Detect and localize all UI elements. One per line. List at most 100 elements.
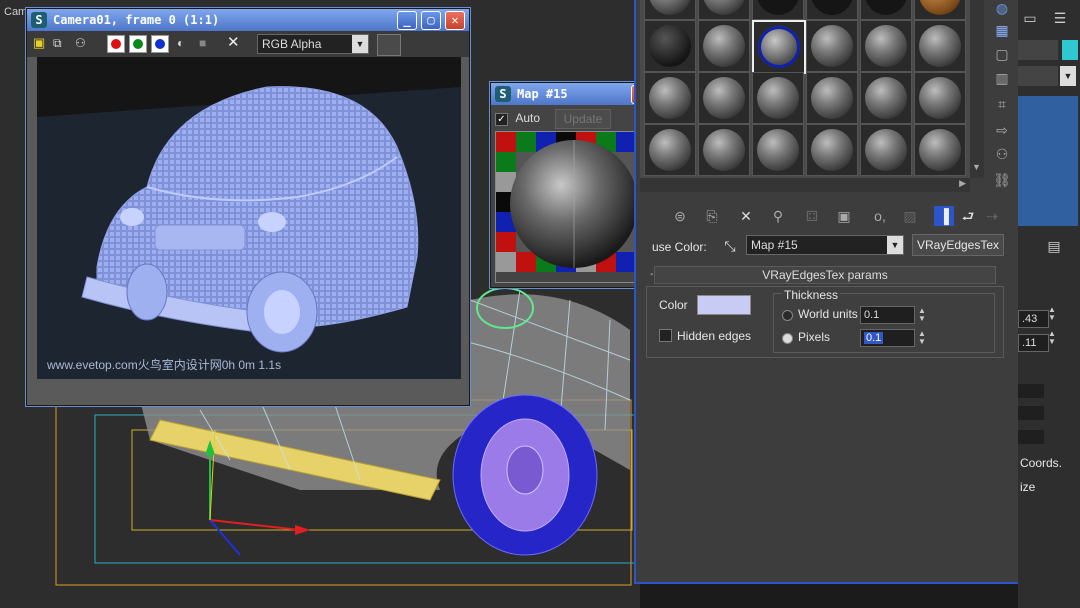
show-end-result-icon[interactable]: ▨ [900,206,920,226]
copy-icon[interactable]: ⧉ [53,36,67,50]
sample-slot[interactable] [806,0,858,20]
put-to-library-icon[interactable]: ⚃ [802,206,822,226]
param-field-4[interactable] [1018,406,1044,420]
hidden-edges-checkbox[interactable] [659,329,672,345]
sample-slot[interactable] [860,20,912,72]
configure-sets-icon[interactable]: ▤ [1044,236,1064,256]
sample-slot-selected[interactable] [752,20,806,74]
pick-material-dropper-icon[interactable]: ⤡ [720,236,740,256]
select-by-material-icon[interactable]: ⚇ [992,144,1012,164]
sample-slot[interactable] [752,72,804,124]
rollout-header[interactable]: VRayEdgesTex params [654,266,996,284]
close-button[interactable]: ✕ [445,11,465,30]
display-icon[interactable]: ▭ [1020,8,1040,28]
sample-slot[interactable] [644,72,696,124]
slots-vertical-scrollbar[interactable]: ▼ [970,0,984,178]
sample-slot[interactable] [914,0,966,20]
spinner-arrows-icon[interactable]: ▲ ▼ [1048,306,1058,322]
update-button[interactable]: Update [555,109,611,129]
sample-slot[interactable] [860,0,912,20]
save-icon[interactable]: ▣ [33,36,47,50]
green-channel-button[interactable] [129,35,147,53]
clear-icon[interactable]: ✕ [227,35,241,50]
edge-color-swatch[interactable] [697,295,751,315]
sample-slot[interactable] [698,20,750,72]
alpha-channel-icon[interactable]: ◐ [177,36,191,50]
param-field-5[interactable] [1018,430,1044,444]
name-field[interactable] [1018,40,1058,60]
camera-window[interactable]: S Camera01, frame 0 (1:1) _ ▢ ✕ ▣ ⧉ ⚇ ◐ … [26,8,470,406]
material-id-icon[interactable]: ▣ [834,206,854,226]
get-material-icon[interactable]: ⊜ [670,206,690,226]
modifier-list-field[interactable] [1018,66,1058,86]
red-channel-button[interactable] [107,35,125,53]
sample-slot[interactable] [698,124,750,176]
color-swatch[interactable] [377,34,401,56]
channel-dropdown[interactable]: RGB Alpha ▼ [257,34,369,54]
sample-slot[interactable] [752,0,804,20]
pixels-spinner[interactable]: 0.1 ▲ ▼ [860,329,926,347]
world-units-radio[interactable] [782,310,793,321]
map-titlebar[interactable]: S Map #15 ✕ [491,83,655,105]
sample-slot[interactable] [752,124,804,176]
material-map-navigator-icon[interactable]: ⛓ [992,170,1012,190]
param-field-3[interactable] [1018,384,1044,398]
blue-channel-button[interactable] [151,35,169,53]
coord-field-2[interactable]: .11 [1018,334,1049,352]
sample-slot[interactable] [644,0,696,20]
video-check-icon[interactable]: ▥ [992,68,1012,88]
mono-icon[interactable]: ■ [199,36,213,50]
utilities-icon[interactable]: ☰ [1050,8,1070,28]
sample-slot[interactable] [914,72,966,124]
sample-slot[interactable] [698,72,750,124]
minimize-button[interactable]: _ [397,11,417,30]
chevron-down-icon[interactable]: ▼ [1060,66,1076,86]
options-icon[interactable]: ⇨ [992,120,1012,140]
object-color-swatch[interactable] [1062,40,1078,60]
sample-uv-icon[interactable]: ▢ [992,44,1012,64]
background-checker-icon[interactable]: ▦ [992,20,1012,40]
pick-from-object-icon[interactable]: ⇢ [982,206,1002,226]
spinner-arrows-icon[interactable]: ▲ ▼ [918,307,928,323]
app-icon: S [495,86,511,102]
spinner-arrows-icon[interactable]: ▲ ▼ [918,330,928,346]
put-material-icon[interactable]: ⎘ [702,206,722,226]
material-sphere-icon [865,129,907,171]
modifier-stack[interactable] [1018,96,1078,226]
maximize-button[interactable]: ▢ [421,11,441,30]
auto-checkbox[interactable]: ✓ Auto [495,111,540,126]
sample-slot[interactable] [860,72,912,124]
map-type-button[interactable]: VRayEdgesTex [912,234,1004,256]
material-sphere-icon [811,129,853,171]
rollout-collapse-icon[interactable]: - [650,270,660,280]
chevron-down-icon: ▼ [352,35,368,53]
reset-map-icon[interactable]: ✕ [736,206,756,226]
show-map-in-viewport-icon[interactable]: o, [870,206,890,226]
camera-titlebar[interactable]: S Camera01, frame 0 (1:1) _ ▢ ✕ [27,9,469,31]
map-window[interactable]: S Map #15 ✕ ✓ Auto Update [490,82,656,288]
make-preview-icon[interactable]: ⌗ [992,94,1012,114]
sample-slot[interactable] [914,20,966,72]
checkmark-icon: ✓ [495,113,508,126]
sample-slot[interactable] [806,124,858,176]
world-units-spinner[interactable]: 0.1 ▲ ▼ [860,306,926,324]
coord-field-1[interactable]: .43 [1018,310,1049,328]
go-to-parent-icon[interactable]: ▐ [934,206,954,226]
sample-slot[interactable] [644,20,696,72]
go-forward-sibling-icon[interactable]: ⮐ [958,206,978,226]
sample-slot[interactable] [806,72,858,124]
pixels-radio[interactable] [782,333,793,344]
slots-horizontal-scrollbar[interactable]: ▶ [640,178,970,192]
sample-slot[interactable] [860,124,912,176]
sample-slot[interactable] [644,124,696,176]
make-unique-icon[interactable]: ⚲ [768,206,788,226]
clone-window-icon[interactable]: ⚇ [75,36,89,50]
sample-slot[interactable] [806,20,858,72]
spinner-arrows-icon[interactable]: ▲ ▼ [1048,330,1058,346]
map-name-field[interactable]: Map #15 ▼ [746,235,904,255]
sample-type-icon[interactable]: ◍ [992,0,1012,18]
material-editor[interactable]: ▼ ▶ ◍ ▦ ▢ ▥ ⌗ ⇨ ⚇ ⛓ ⊜ ⎘ ✕ ⚲ ⚃ ▣ o, ▨ ▐ ⮐… [634,0,1020,584]
material-sphere-icon [919,77,961,119]
sample-slot[interactable] [914,124,966,176]
sample-slot[interactable] [698,0,750,20]
